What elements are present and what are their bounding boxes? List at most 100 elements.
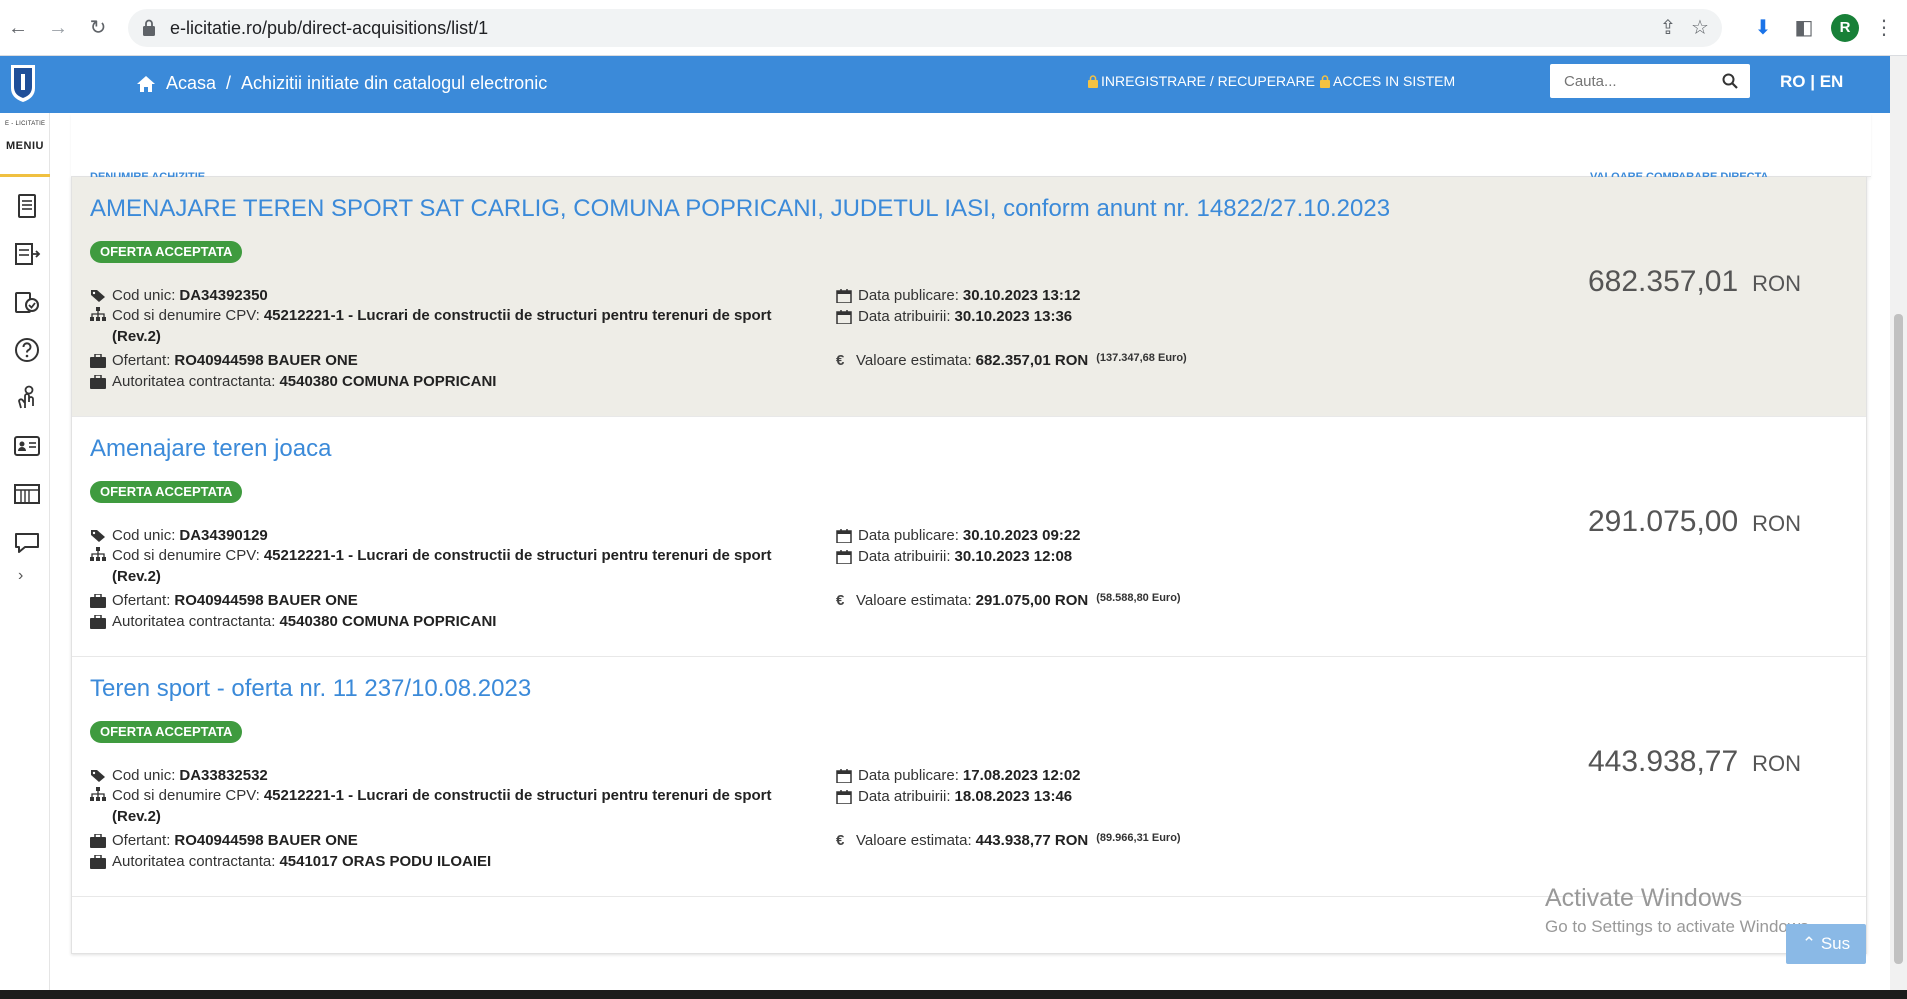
list-item: AMENAJARE TEREN SPORT SAT CARLIG, COMUNA… [72,177,1866,417]
site-header: Acasa / Achizitii initiate din catalogul… [0,56,1890,113]
tag-icon [91,290,105,302]
sidebar-item-contacts[interactable] [13,432,41,460]
euro-icon: € [836,352,845,369]
status-badge: OFERTA ACCEPTATA [90,481,243,503]
register-label[interactable]: INREGISTRARE / RECUPERARE [1101,73,1315,89]
bookmark-star-icon[interactable]: ☆ [1688,17,1712,39]
sidebar-menu-label[interactable]: MENIU [6,140,44,152]
list-arrow-icon [15,243,41,265]
breadcrumb: Acasa / Achizitii initiate din catalogul… [136,73,547,94]
authority-label: Autoritatea contractanta: [112,613,276,630]
code-row: Cod unic: DA34392350 [90,287,268,304]
url-text[interactable]: e-licitatie.ro/pub/direct-acquisitions/l… [170,18,488,39]
question-circle-icon [15,338,39,362]
bidder-row: Ofertant: RO40944598 BAUER ONE [90,352,358,369]
sidebar-menu-underline [0,174,50,177]
download-icon[interactable]: ⬇ [1749,14,1777,42]
address-bar[interactable]: e-licitatie.ro/pub/direct-acquisitions/l… [128,9,1722,47]
search-input[interactable] [1550,64,1710,98]
home-icon[interactable] [136,75,156,93]
estimated-value: 682.357,01 RON [975,352,1089,369]
awarded-value: 30.10.2023 12:08 [954,548,1073,565]
search-icon[interactable] [1722,73,1738,89]
published-row: Data publicare: 30.10.2023 13:12 [836,287,1081,304]
back-to-top-button[interactable]: ⌃ Sus [1786,924,1866,964]
awarded-label: Data atribuirii: [858,788,951,805]
estimated-value: 443.938,77 RON [975,832,1089,849]
back-arrow-icon[interactable]: ← [4,14,32,42]
kebab-menu-icon[interactable]: ⋮ [1870,14,1898,42]
authority-label: Autoritatea contractanta: [112,373,276,390]
published-label: Data publicare: [858,527,959,544]
code-row: Cod unic: DA34390129 [90,527,268,544]
code-row: Cod unic: DA33832532 [90,767,268,784]
awarded-value: 30.10.2023 13:36 [954,308,1073,325]
calendar-icon [836,790,852,804]
side-panel-icon[interactable]: ◧ [1790,14,1818,42]
login-label[interactable]: ACCES IN SISTEM [1333,73,1455,89]
price-currency: RON [1752,271,1802,296]
briefcase-icon [90,594,106,608]
authority-row: Autoritatea contractanta: 4540380 COMUNA … [90,613,496,630]
profile-avatar[interactable]: R [1831,14,1859,42]
breadcrumb-home-link[interactable]: Acasa [166,73,216,94]
sidebar-expand-chevron-icon[interactable]: › [18,567,23,585]
page-scrollbar[interactable] [1890,56,1907,990]
sidebar-item-clipboard-check[interactable] [13,288,41,316]
breadcrumb-separator: / [226,73,232,93]
watermark-title: Activate Windows [1545,884,1743,912]
os-taskbar [0,990,1907,999]
sidebar-item-help[interactable] [13,336,41,364]
register-link[interactable]: INREGISTRARE / RECUPERARE [1088,73,1315,89]
scrollbar-thumb[interactable] [1894,314,1903,964]
cpv-row: Cod si denumire CPV: 45212221-1 - Lucrari… [90,785,780,827]
published-row: Data publicare: 30.10.2023 09:22 [836,527,1081,544]
login-link[interactable]: ACCES IN SISTEM [1320,73,1455,89]
estimated-value: 291.075,00 RON [975,592,1089,609]
briefcase-icon [90,855,106,869]
sitemap-icon [90,307,106,321]
sitemap-icon [90,787,106,801]
acquisition-title-link[interactable]: AMENAJARE TEREN SPORT SAT CARLIG, COMUNA… [90,195,1390,223]
calendar-icon [836,769,852,783]
site-logo-icon[interactable] [8,62,38,104]
price-value: 291.075,00 [1588,505,1739,538]
euro-icon: € [836,592,845,609]
code-value: DA34392350 [179,287,268,304]
cpv-label: Cod si denumire CPV: [112,787,260,804]
reload-icon[interactable]: ↻ [84,14,112,42]
acquisition-title-link[interactable]: Teren sport - oferta nr. 11 237/10.08.20… [90,675,531,703]
sidebar-item-catalog[interactable] [13,480,41,508]
authority-row: Autoritatea contractanta: 4541017 ORAS PO… [90,853,491,870]
briefcase-icon [90,375,106,389]
sidebar-item-list-export[interactable] [13,240,41,268]
acquisition-title-link[interactable]: Amenajare teren joaca [90,435,331,463]
chat-bubble-icon [15,533,39,553]
estimated-row: € Valoare estimata: 443.938,77 RON (89.96… [836,832,1181,849]
calendar-icon [836,529,852,543]
awarded-label: Data atribuirii: [858,308,951,325]
status-badge: OFERTA ACCEPTATA [90,241,243,263]
code-label: Cod unic: [112,527,176,544]
estimated-label: Valoare estimata: [856,352,972,369]
sidebar-item-hand-money[interactable] [13,384,41,412]
bidder-label: Ofertant: [112,352,171,369]
sidebar-item-documents[interactable] [13,192,41,220]
sitemap-icon [90,547,106,561]
estimated-euro: (58.588,80 Euro) [1096,592,1181,604]
authority-value: 4541017 ORAS PODU ILOAIEI [279,853,492,870]
code-label: Cod unic: [112,767,176,784]
awarded-label: Data atribuirii: [858,548,951,565]
estimated-row: € Valoare estimata: 291.075,00 RON (58.58… [836,592,1181,609]
cpv-row: Cod si denumire CPV: 45212221-1 - Lucrari… [90,305,780,347]
share-icon[interactable]: ⇪ [1656,17,1680,39]
language-switch[interactable]: RO | EN [1780,72,1843,92]
published-row: Data publicare: 17.08.2023 12:02 [836,767,1081,784]
forward-arrow-icon[interactable]: → [44,14,72,42]
sidebar-item-messages[interactable] [13,528,41,556]
estimated-label: Valoare estimata: [856,592,972,609]
main-content: DENUMIRE ACHIZITIE VALOARE COMPARARE DIR… [51,113,1890,990]
authority-row: Autoritatea contractanta: 4540380 COMUNA … [90,373,496,390]
estimated-label: Valoare estimata: [856,832,972,849]
list-item: Teren sport - oferta nr. 11 237/10.08.20… [72,657,1866,897]
